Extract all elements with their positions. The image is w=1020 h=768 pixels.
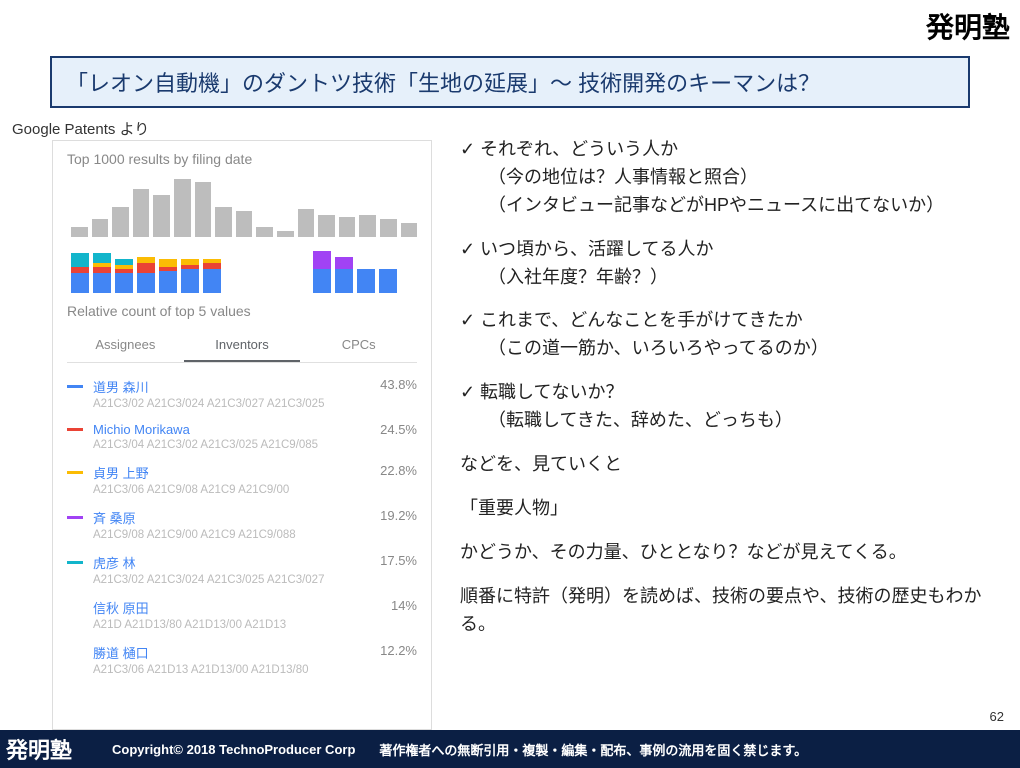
inventor-name: 斉 桑原 <box>93 508 136 527</box>
bar <box>92 219 109 237</box>
inventor-percent: 19.2% <box>380 508 417 523</box>
bar <box>133 189 150 237</box>
bar <box>339 217 356 237</box>
color-swatch <box>67 471 83 474</box>
inventor-name: Michio Morikawa <box>93 422 190 437</box>
header-brand: 発明塾 <box>926 6 1010 46</box>
relative-count-stacked-chart <box>67 243 417 293</box>
footer-brand: 発明塾 <box>0 733 112 765</box>
filing-date-bar-chart <box>67 175 417 237</box>
slide-title: 「レオン自動機」のダントツ技術「生地の延展」～ 技術開発のキーマンは？ <box>50 56 970 108</box>
inventor-codes: A21C3/06 A21C9/08 A21C9 A21C9/00 <box>93 484 417 496</box>
bullet-content: ✓それぞれ、どういう人か （今の地位は？人事情報と照合） （インタビュー記事など… <box>460 136 1000 654</box>
check-icon: ✓ <box>460 307 480 335</box>
body-text: などを、見ていくと <box>460 451 1000 479</box>
bar <box>174 179 191 237</box>
color-swatch <box>67 516 83 519</box>
google-patents-panel: Top 1000 results by filing date <box>52 140 432 730</box>
inventor-codes: A21C3/06 A21D13 A21D13/00 A21D13/80 <box>93 664 417 676</box>
inventor-name: 道男 森川 <box>93 377 149 396</box>
bullet-text: これまで、どんなことを手がけてきたか <box>480 310 803 330</box>
check-icon: ✓ <box>460 136 480 164</box>
footer-copyright: Copyright© 2018 TechnoProducer Corp <box>112 742 355 757</box>
inventor-percent: 14% <box>391 598 417 613</box>
inventor-row[interactable]: 貞男 上野 22.8% A21C3/06 A21C9/08 A21C9 A21C9/… <box>67 463 417 496</box>
bullet-sub: （インタビュー記事などがHPやニュースに出てないか） <box>488 195 944 215</box>
bar <box>112 207 129 237</box>
inventor-codes: A21C9/08 A21C9/00 A21C9 A21C9/088 <box>93 529 417 541</box>
color-swatch <box>67 651 83 654</box>
tab-assignees[interactable]: Assignees <box>67 329 184 362</box>
color-swatch <box>67 561 83 564</box>
bullet-text: いつ頃から、活躍してる人か <box>480 239 713 259</box>
bar <box>298 209 315 237</box>
inventor-name: 貞男 上野 <box>93 463 149 482</box>
body-text: 順番に特許（発明）を読めば、技術の要点や、技術の歴史もわかる。 <box>460 583 1000 639</box>
inventor-codes: A21C3/04 A21C3/02 A21C3/025 A21C9/085 <box>93 439 417 451</box>
bar <box>380 219 397 237</box>
bullet-text: それぞれ、どういう人か <box>480 139 678 159</box>
bullet-sub: （今の地位は？人事情報と照合） <box>488 167 758 187</box>
panel-title: Top 1000 results by filing date <box>67 151 417 167</box>
bar <box>153 195 170 237</box>
inventor-row[interactable]: 道男 森川 43.8% A21C3/02 A21C3/024 A21C3/027 A… <box>67 377 417 410</box>
inventor-name: 勝道 樋口 <box>93 643 149 662</box>
bar <box>277 231 294 237</box>
tab-cpcs[interactable]: CPCs <box>300 329 417 362</box>
relative-count-label: Relative count of top 5 values <box>67 303 417 319</box>
inventor-name: 虎彦 林 <box>93 553 136 572</box>
inventor-row[interactable]: 虎彦 林 17.5% A21C3/02 A21C3/024 A21C3/025 A2… <box>67 553 417 586</box>
inventor-percent: 43.8% <box>380 377 417 392</box>
footer-note: 著作権者への無断引用・複製・編集・配布、事例の流用を固く禁じます。 <box>379 740 807 759</box>
bar <box>71 227 88 237</box>
inventor-codes: A21C3/02 A21C3/024 A21C3/025 A21C3/027 <box>93 574 417 586</box>
source-label: Google Patents より <box>12 118 149 139</box>
bullet-sub: （転職してきた、辞めた、どっちも） <box>488 410 793 430</box>
inventor-list: 道男 森川 43.8% A21C3/02 A21C3/024 A21C3/027 A… <box>67 377 417 676</box>
inventor-codes: A21C3/02 A21C3/024 A21C3/027 A21C3/025 <box>93 398 417 410</box>
bar <box>401 223 418 237</box>
bar <box>195 182 212 237</box>
inventor-percent: 12.2% <box>380 643 417 658</box>
inventor-row[interactable]: 斉 桑原 19.2% A21C9/08 A21C9/00 A21C9 A21C9/0… <box>67 508 417 541</box>
panel-tabs: Assignees Inventors CPCs <box>67 329 417 363</box>
body-text: かどうか、その力量、ひととなり？などが見えてくる。 <box>460 539 1000 567</box>
check-icon: ✓ <box>460 236 480 264</box>
bar <box>215 207 232 237</box>
inventor-codes: A21D A21D13/80 A21D13/00 A21D13 <box>93 619 417 631</box>
inventor-name: 信秋 原田 <box>93 598 149 617</box>
inventor-row[interactable]: Michio Morikawa 24.5% A21C3/04 A21C3/02 A2… <box>67 422 417 451</box>
bar <box>359 215 376 237</box>
bullet-text: 転職してないか？ <box>480 382 623 402</box>
body-text: 「重要人物」 <box>460 495 1000 523</box>
check-icon: ✓ <box>460 379 480 407</box>
inventor-percent: 22.8% <box>380 463 417 478</box>
footer: 発明塾 Copyright© 2018 TechnoProducer Corp … <box>0 730 1020 768</box>
inventor-percent: 17.5% <box>380 553 417 568</box>
inventor-row[interactable]: 勝道 樋口 12.2% A21C3/06 A21D13 A21D13/00 A21D… <box>67 643 417 676</box>
inventor-percent: 24.5% <box>380 422 417 437</box>
color-swatch <box>67 606 83 609</box>
inventor-row[interactable]: 信秋 原田 14% A21D A21D13/80 A21D13/00 A21D13 <box>67 598 417 631</box>
color-swatch <box>67 385 83 388</box>
bullet-sub: （入社年度？年齢？） <box>488 267 668 287</box>
page-number: 62 <box>990 709 1004 724</box>
bar <box>236 211 253 237</box>
bar <box>318 215 335 237</box>
bar <box>256 227 273 237</box>
bullet-sub: （この道一筋か、いろいろやってるのか） <box>488 338 829 358</box>
color-swatch <box>67 428 83 431</box>
tab-inventors[interactable]: Inventors <box>184 329 301 362</box>
